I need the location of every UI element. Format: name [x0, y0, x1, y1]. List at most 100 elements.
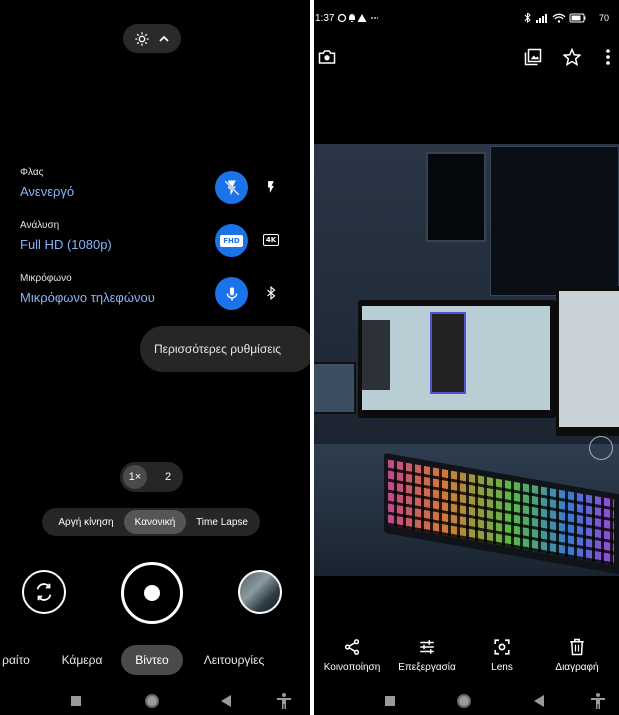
photo-app-window — [430, 312, 466, 394]
slow-motion-button[interactable]: Αργή κίνηση — [48, 510, 124, 534]
bluetooth-mic-button[interactable] — [258, 281, 284, 305]
lens-icon — [494, 639, 510, 655]
flash-value: Ανενεργό — [20, 184, 75, 199]
gear-icon — [135, 31, 149, 46]
more-settings-button[interactable]: Περισσότερες ρυθμίσεις — [140, 326, 310, 372]
gallery-thumbnail[interactable] — [238, 570, 282, 614]
home-circle-icon — [457, 694, 471, 708]
signal-wifi-battery-icons — [524, 13, 586, 23]
settings-toggle-button[interactable] — [123, 24, 181, 53]
photo-right-monitor — [556, 286, 619, 436]
delete-button[interactable]: Διαγραφή — [537, 638, 617, 673]
square-icon — [385, 696, 395, 706]
notification-icons — [338, 13, 378, 23]
status-system-icons — [524, 13, 590, 23]
flash-setting: Φλας Ανενεργό — [20, 167, 300, 215]
share-button[interactable]: Κοινοποίηση — [314, 638, 392, 673]
microphone-setting: Μικρόφωνο Μικρόφωνο τηλεφώνου — [20, 273, 300, 321]
mode-portrait[interactable]: ραίτο — [0, 645, 38, 675]
back-triangle-icon — [534, 695, 544, 707]
camera-shortcut-button[interactable] — [317, 47, 337, 67]
photo-actions-bar: Κοινοποίηση Επεξεργασία Lens Διαγραφή — [314, 638, 619, 678]
gallery-button[interactable] — [523, 47, 543, 67]
photo-side-app — [362, 320, 390, 390]
microphone-value: Μικρόφωνο τηλεφώνου — [20, 290, 155, 305]
battery-percent: 70 — [599, 13, 610, 23]
microphone-icon — [226, 286, 237, 301]
status-bar: 1:37 70 — [314, 0, 619, 36]
share-icon — [344, 639, 360, 655]
photo-center-screen — [362, 306, 550, 410]
accessibility-button[interactable] — [590, 693, 606, 709]
zoom-1x-button[interactable]: 1× — [123, 465, 147, 489]
mode-camera[interactable]: Κάμερα — [56, 645, 108, 675]
zoom-2x-button[interactable]: 2 — [156, 465, 180, 489]
more-vert-icon — [606, 49, 610, 65]
recents-button[interactable] — [68, 693, 84, 709]
photo-viewer-screen: 1:37 70 Κοινοποίηση Επεξεργασία Lens Δια… — [314, 0, 619, 715]
edit-button[interactable]: Επεξεργασία — [387, 638, 467, 673]
record-dot-icon — [144, 585, 160, 601]
flash-on-icon — [268, 181, 274, 193]
status-notification-icons — [338, 13, 378, 23]
resolution-label: Ανάλυση — [20, 220, 60, 231]
home-circle-icon — [145, 694, 159, 708]
accessibility-icon — [591, 693, 605, 709]
photo-right-screen — [559, 291, 619, 427]
square-icon — [71, 696, 81, 706]
photo-floating-circle — [589, 436, 613, 460]
recents-button[interactable] — [382, 693, 398, 709]
resolution-value: Full HD (1080p) — [20, 237, 112, 252]
mode-selector: ραίτο Κάμερα Βίντεο Λειτουργίες — [0, 645, 310, 675]
camera-icon — [318, 50, 336, 64]
mode-video[interactable]: Βίντεο — [121, 645, 183, 675]
mode-features[interactable]: Λειτουργίες — [196, 645, 272, 675]
fhd-button[interactable]: FHD — [215, 224, 248, 257]
edit-label: Επεξεργασία — [398, 662, 456, 673]
4k-button[interactable]: 4K — [258, 228, 284, 252]
resolution-setting: Ανάλυση Full HD (1080p) FHD 4K — [20, 220, 300, 268]
record-button[interactable] — [121, 562, 183, 624]
photo-left-monitor — [314, 362, 356, 414]
flash-off-button[interactable] — [215, 171, 248, 204]
star-icon — [563, 48, 581, 66]
system-navbar — [0, 687, 310, 715]
switch-camera-button[interactable] — [22, 570, 66, 614]
switch-camera-icon — [36, 583, 52, 601]
photo-wall-frame — [426, 152, 486, 242]
delete-label: Διαγραφή — [555, 662, 599, 673]
lens-button[interactable]: Lens — [462, 638, 542, 673]
share-label: Κοινοποίηση — [323, 662, 381, 673]
normal-speed-button[interactable]: Κανονική — [124, 510, 186, 534]
system-navbar-right — [314, 687, 619, 715]
back-button[interactable] — [531, 693, 547, 709]
trash-icon — [570, 638, 584, 656]
time-lapse-button[interactable]: Time Lapse — [188, 510, 256, 534]
home-button[interactable] — [456, 693, 472, 709]
lens-label: Lens — [491, 662, 513, 673]
favorite-button[interactable] — [562, 47, 582, 67]
more-options-button[interactable] — [598, 47, 618, 67]
flash-on-button[interactable] — [258, 175, 284, 199]
microphone-label: Μικρόφωνο — [20, 273, 72, 284]
flash-label: Φλας — [20, 167, 44, 178]
photo-center-monitor — [358, 300, 556, 418]
fhd-badge: FHD — [220, 234, 243, 247]
bluetooth-icon — [267, 285, 276, 301]
home-button[interactable] — [144, 693, 160, 709]
speed-selector: Αργή κίνηση Κανονική Time Lapse — [42, 508, 260, 536]
zoom-selector: 1× 2 — [120, 462, 183, 492]
phone-mic-button[interactable] — [215, 277, 248, 310]
accessibility-icon — [277, 693, 291, 709]
status-time: 1:37 — [315, 13, 335, 24]
camera-screen: Φλας Ανενεργό Ανάλυση Full HD (1080p) FH… — [0, 0, 310, 715]
edit-sliders-icon — [420, 640, 434, 654]
4k-badge: 4K — [262, 234, 280, 246]
photo-content[interactable] — [314, 144, 619, 576]
gallery-icon — [524, 48, 542, 66]
photo-wall-poster — [490, 146, 619, 296]
back-triangle-icon — [221, 695, 231, 707]
accessibility-button[interactable] — [276, 693, 292, 709]
back-button[interactable] — [218, 693, 234, 709]
flash-off-icon — [223, 179, 240, 196]
